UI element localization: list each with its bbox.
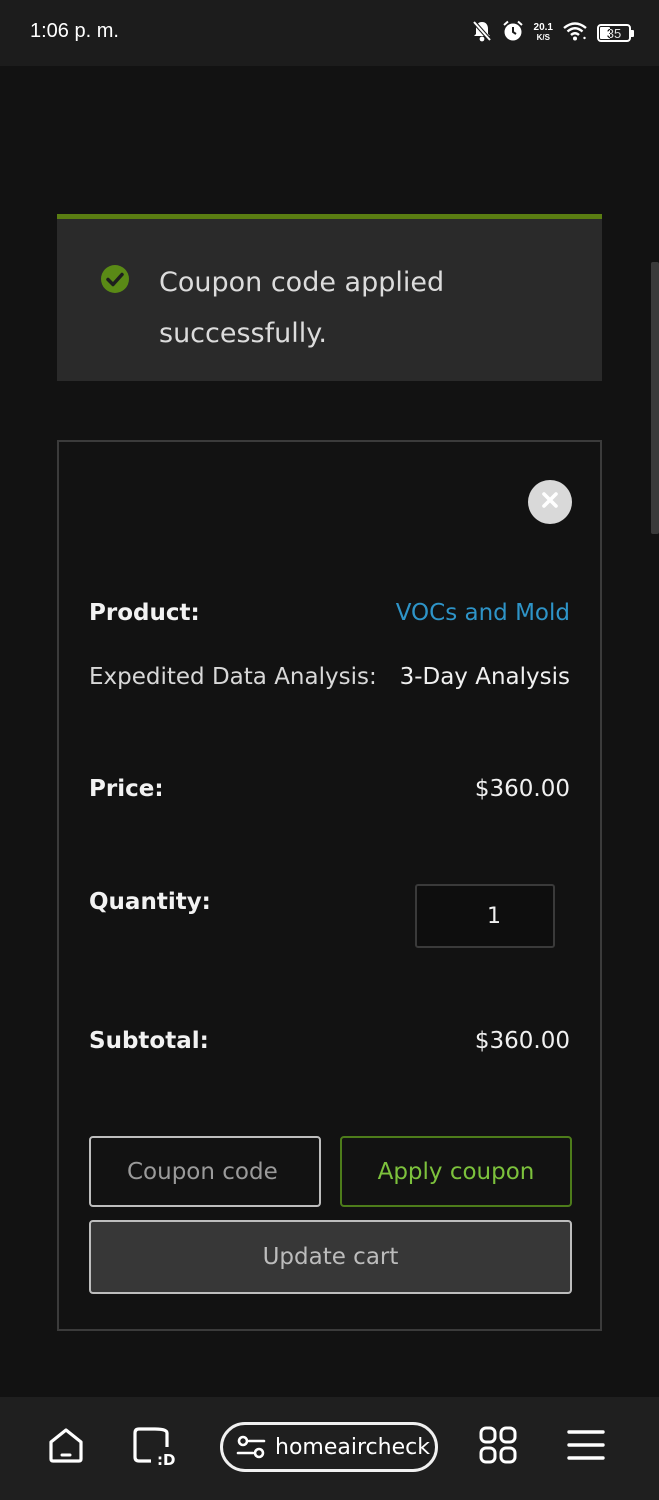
alarm-icon	[502, 20, 524, 46]
apps-grid-icon	[478, 1425, 518, 1469]
net-speed-unit: K/S	[536, 33, 550, 42]
cart-item-card: Product: VOCs and Mold Expedited Data An…	[57, 440, 602, 1331]
subtotal-label: Subtotal:	[89, 1028, 209, 1054]
net-speed: 20.1 K/S	[534, 23, 553, 43]
subtotal-value: $360.00	[474, 1028, 570, 1054]
product-label: Product:	[89, 600, 200, 626]
price-value: $360.00	[474, 776, 570, 802]
status-icons: 20.1 K/S 35	[472, 18, 634, 48]
update-cart-button[interactable]: Update cart	[89, 1220, 572, 1294]
price-row: Price: $360.00	[89, 776, 570, 802]
product-link[interactable]: VOCs and Mold	[396, 600, 570, 626]
net-speed-value: 20.1	[533, 22, 553, 33]
svg-text::D: :D	[157, 1451, 175, 1467]
address-bar[interactable]: homeaircheck	[220, 1422, 438, 1472]
coupon-success-notice: Coupon code applied successfully.	[57, 214, 602, 381]
remove-item-button[interactable]	[528, 480, 572, 524]
option-value: 3-Day Analysis	[399, 664, 570, 690]
wifi-icon	[563, 21, 587, 45]
battery-icon: 35	[597, 24, 634, 42]
check-circle-icon	[100, 264, 130, 294]
bell-off-icon	[472, 20, 492, 46]
tabs-button[interactable]: :D	[133, 1425, 177, 1469]
apply-coupon-button[interactable]: Apply coupon	[340, 1136, 572, 1207]
notice-message: Coupon code applied successfully.	[159, 267, 445, 349]
site-settings-icon	[235, 1434, 267, 1460]
menu-icon	[566, 1428, 606, 1466]
home-button[interactable]	[44, 1425, 88, 1469]
coupon-code-input[interactable]	[89, 1136, 321, 1207]
tabs-icon: :D	[131, 1423, 179, 1471]
quantity-row: Quantity:	[89, 884, 570, 948]
status-time: 1:06 p. m.	[30, 20, 119, 42]
quantity-input[interactable]	[415, 884, 555, 948]
battery-level: 35	[606, 25, 622, 41]
price-label: Price:	[89, 776, 164, 802]
apps-button[interactable]	[476, 1425, 520, 1469]
status-bar: 1:06 p. m. 20.1 K/S 35	[0, 0, 659, 66]
url-text: homeaircheck	[275, 1434, 430, 1460]
product-row: Product: VOCs and Mold	[89, 600, 570, 626]
home-icon	[46, 1425, 86, 1469]
close-icon	[541, 491, 559, 513]
menu-button[interactable]	[564, 1425, 608, 1469]
option-row: Expedited Data Analysis: 3-Day Analysis	[89, 664, 570, 690]
quantity-label: Quantity:	[89, 889, 211, 915]
page-scrollbar[interactable]	[651, 262, 659, 534]
browser-bottom-bar: :D homeaircheck	[0, 1397, 659, 1500]
subtotal-row: Subtotal: $360.00	[89, 1028, 570, 1054]
option-label: Expedited Data Analysis:	[89, 664, 377, 690]
